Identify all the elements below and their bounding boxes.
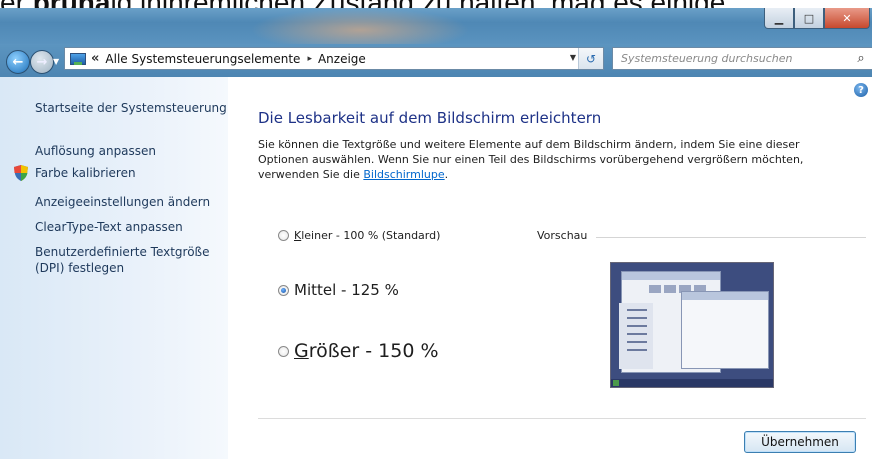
option-label: leiner - 100 % (Standard) [301, 229, 441, 242]
refresh-icon: ↺ [585, 51, 597, 66]
preview-taskbar [611, 379, 773, 387]
control-panel-icon [70, 52, 86, 65]
description-line: Optionen auswählen. Wenn Sie nur einen T… [258, 153, 804, 166]
radio-larger[interactable] [278, 345, 289, 357]
address-dropdown-icon[interactable]: ▼ [570, 53, 576, 62]
sidebar-item-cleartype[interactable]: ClearType-Text anpassen [35, 220, 183, 234]
page-description: Sie können die Textgröße und weitere Ele… [258, 137, 858, 182]
option-hotkey: K [294, 229, 302, 242]
option-medium[interactable]: Mittel - 125 % [278, 281, 399, 299]
minimize-button[interactable]: ▁ [764, 8, 794, 29]
sidebar-item-home[interactable]: Startseite der Systemsteuerung [35, 101, 227, 115]
forward-button[interactable]: → [30, 50, 54, 74]
preview-window-front [681, 291, 769, 369]
sidebar-item-display-settings[interactable]: Anzeigeeinstellungen ändern [35, 195, 210, 209]
sidebar-item-calibrate-color[interactable]: Farbe kalibrieren [35, 166, 136, 180]
option-larger[interactable]: Größer - 150 % [278, 340, 439, 362]
address-bar[interactable]: « Alle Systemsteuerungselemente ▸ Anzeig… [64, 47, 604, 70]
preview-label: Vorschau [537, 229, 588, 242]
option-smaller[interactable]: Kleiner - 100 % (Standard) [278, 229, 440, 242]
description-text: verwenden Sie die [258, 168, 364, 181]
footer-divider [258, 418, 866, 419]
window-titlebar [0, 8, 872, 52]
option-label: Mittel - 125 % [294, 281, 399, 299]
maximize-button[interactable]: □ [794, 8, 824, 29]
breadcrumb-display[interactable]: Anzeige [318, 52, 366, 66]
sidebar-item-resolution[interactable]: Auflösung anpassen [35, 144, 156, 158]
magnifier-link[interactable]: Bildschirmlupe [363, 168, 444, 181]
description-line: Sie können die Textgröße und weitere Ele… [258, 138, 800, 151]
refresh-button[interactable]: ↺ [578, 48, 603, 69]
close-button[interactable]: ✕ [824, 8, 870, 29]
radio-smaller[interactable] [278, 230, 289, 241]
description-line: verwenden Sie die Bildschirmlupe. [258, 167, 858, 182]
option-hotkey: G [294, 340, 309, 362]
back-arrow-icon: ← [12, 54, 24, 70]
sidebar-item-custom-dpi[interactable]: Benutzerdefinierte Textgröße [35, 245, 210, 259]
uac-shield-icon [14, 165, 28, 181]
preview-divider [596, 237, 866, 238]
breadcrumb-separator-icon[interactable]: ▸ [307, 54, 312, 64]
search-box[interactable]: ⌕ [612, 47, 872, 70]
description-text: . [444, 168, 449, 181]
preview-start-menu [619, 303, 653, 369]
page-title: Die Lesbarkeit auf dem Bildschirm erleic… [258, 109, 602, 127]
forward-arrow-icon: → [36, 54, 48, 70]
option-label: rößer - 150 % [308, 340, 439, 362]
breadcrumb-all-items[interactable]: Alle Systemsteuerungselemente [105, 52, 300, 66]
recent-pages-dropdown-icon[interactable]: ▼ [53, 57, 59, 66]
search-icon[interactable]: ⌕ [850, 51, 872, 66]
back-button[interactable]: ← [6, 50, 30, 74]
sidebar-item-custom-dpi-line2[interactable]: (DPI) festlegen [35, 261, 124, 275]
caption-buttons: ▁ □ ✕ [764, 8, 870, 30]
preview-image [610, 262, 774, 388]
overflow-chevron[interactable]: « [91, 51, 99, 66]
apply-button[interactable]: Übernehmen [744, 431, 856, 453]
radio-medium[interactable] [278, 284, 289, 296]
help-icon[interactable]: ? [854, 83, 868, 97]
search-input[interactable] [619, 51, 850, 66]
